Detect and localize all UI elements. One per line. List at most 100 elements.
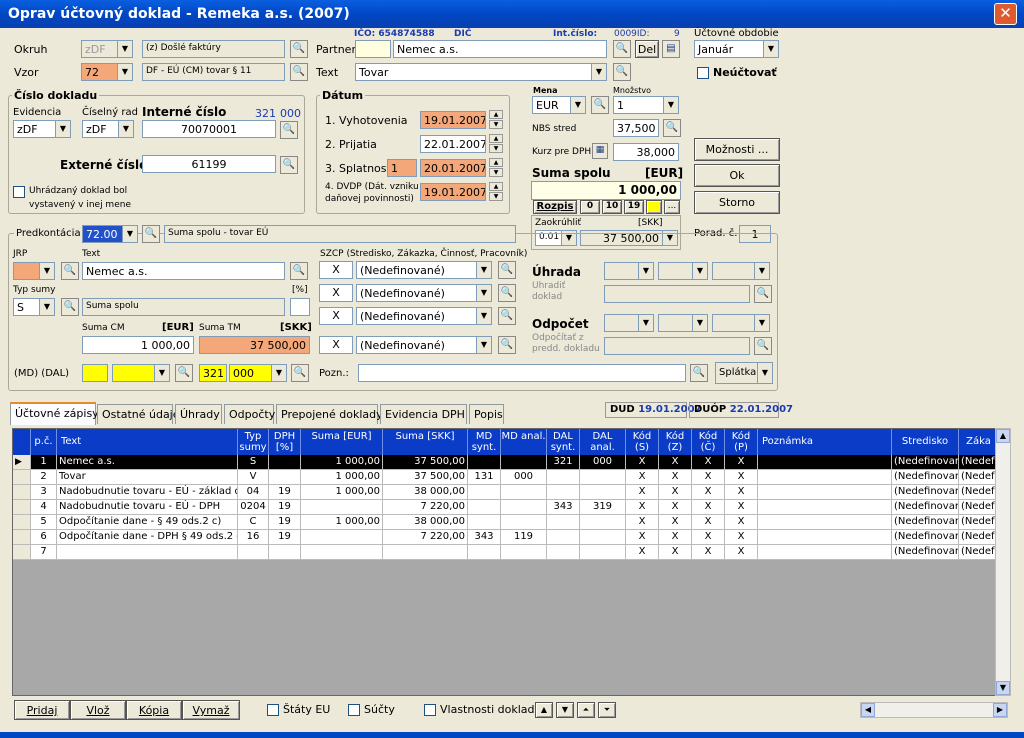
- grid-cell[interactable]: X: [626, 545, 659, 560]
- grid-cell[interactable]: X: [692, 500, 725, 515]
- kurz-field[interactable]: 38,000: [613, 143, 679, 161]
- grid-cell[interactable]: 19: [269, 530, 301, 545]
- pozn-field[interactable]: [358, 364, 686, 382]
- grid-cell[interactable]: X: [626, 530, 659, 545]
- dropdown-arrow-icon[interactable]: ▼: [570, 96, 586, 114]
- grid-cell[interactable]: 38 000,00: [383, 485, 468, 500]
- odpocet-combo-1[interactable]: ▼: [604, 314, 654, 332]
- grid-cell[interactable]: X: [659, 455, 692, 470]
- search-icon[interactable]: 🔍: [613, 63, 631, 81]
- horizontal-scrollbar[interactable]: ◀ ▶: [860, 702, 1008, 718]
- grid-cell[interactable]: 1: [31, 455, 57, 470]
- search-icon[interactable]: 🔍: [591, 96, 609, 114]
- grid-cell[interactable]: [580, 515, 626, 530]
- row-indicator[interactable]: [13, 530, 31, 545]
- grid-header[interactable]: Suma [EUR]: [301, 429, 383, 455]
- move-up-icon[interactable]: ▲: [535, 702, 553, 718]
- ok-button[interactable]: Ok: [694, 164, 780, 187]
- storno-button[interactable]: Storno: [694, 191, 780, 214]
- dropdown-arrow-icon[interactable]: ▼: [117, 63, 133, 81]
- grid-cell[interactable]: 38 000,00: [383, 515, 468, 530]
- grid-header[interactable]: Kód (Z): [659, 429, 692, 455]
- vertical-scrollbar[interactable]: ▲ ▼: [995, 428, 1011, 696]
- grid-cell[interactable]: X: [626, 455, 659, 470]
- grid-cell[interactable]: X: [725, 545, 758, 560]
- spin-up-icon[interactable]: ▲: [489, 110, 503, 119]
- odpocet-combo-3[interactable]: ▼: [712, 314, 770, 332]
- grid-cell[interactable]: [468, 455, 501, 470]
- row-indicator[interactable]: [13, 515, 31, 530]
- dropdown-arrow-icon[interactable]: ▼: [117, 40, 133, 58]
- close-icon[interactable]: ✕: [994, 3, 1017, 25]
- search-icon[interactable]: 🔍: [690, 364, 708, 382]
- grid-cell[interactable]: (Nedefinovar: [892, 485, 959, 500]
- grid-cell[interactable]: [501, 500, 547, 515]
- grid-header[interactable]: MD synt.: [468, 429, 501, 455]
- rozpis-button[interactable]: Rozpis: [533, 200, 577, 214]
- grid-cell[interactable]: 04: [238, 485, 269, 500]
- dropdown-arrow-icon[interactable]: ▼: [754, 314, 770, 332]
- search-icon[interactable]: 🔍: [280, 121, 298, 139]
- grid-cell[interactable]: 343: [468, 530, 501, 545]
- dropdown-arrow-icon[interactable]: ▼: [118, 120, 134, 138]
- grid-cell[interactable]: X: [692, 485, 725, 500]
- text-combo[interactable]: Tovar ▼: [355, 63, 607, 81]
- vyhotovenia-date[interactable]: 19.01.2007: [420, 111, 486, 129]
- vlastnosti-checkbox[interactable]: [424, 704, 436, 716]
- spin-up-icon[interactable]: ▲: [489, 158, 503, 167]
- calculator-icon[interactable]: ▦: [592, 143, 608, 159]
- grid-cell[interactable]: 000: [501, 470, 547, 485]
- grid-cell[interactable]: 19: [269, 485, 301, 500]
- grid-cell[interactable]: [758, 515, 892, 530]
- odpocitat-field[interactable]: [604, 337, 750, 355]
- grid-cell[interactable]: 7 220,00: [383, 500, 468, 515]
- moznosti-button[interactable]: Možnosti ...: [694, 138, 780, 161]
- grid-cell[interactable]: [468, 545, 501, 560]
- grid-cell[interactable]: (Nedefinovar: [892, 500, 959, 515]
- md-anal-combo[interactable]: ▼: [112, 364, 170, 382]
- grid-cell[interactable]: 37 500,00: [383, 455, 468, 470]
- grid-cell[interactable]: [580, 530, 626, 545]
- dropdown-arrow-icon[interactable]: ▼: [476, 307, 492, 325]
- grid-cell[interactable]: [580, 545, 626, 560]
- grid-cell[interactable]: [383, 545, 468, 560]
- tab-popis[interactable]: Popis: [469, 404, 504, 424]
- grid-cell[interactable]: X: [659, 515, 692, 530]
- tab-uctovne-zapisy[interactable]: Účtovné zápisy: [10, 402, 99, 425]
- partner-code[interactable]: [355, 40, 391, 58]
- splatka-combo[interactable]: Splátka ▼: [715, 362, 773, 384]
- spin-up-icon[interactable]: ▲: [489, 134, 503, 143]
- search-icon[interactable]: 🔍: [498, 336, 516, 354]
- szcp-combo-1[interactable]: (Nedefinované) ▼: [356, 261, 492, 279]
- uhrada-combo-2[interactable]: ▼: [658, 262, 708, 280]
- grid-cell[interactable]: X: [659, 545, 692, 560]
- spin-up-icon[interactable]: ▲: [489, 182, 503, 191]
- dropdown-arrow-icon[interactable]: ▼: [55, 120, 71, 138]
- grid-cell[interactable]: Nadobudnutie tovaru - EÚ - DPH: [57, 500, 238, 515]
- grid-cell[interactable]: X: [626, 485, 659, 500]
- row-pointer-icon[interactable]: ▶: [13, 455, 31, 470]
- grid-cell[interactable]: [501, 485, 547, 500]
- search-icon[interactable]: 🔍: [613, 40, 631, 58]
- grid-cell[interactable]: (Nedefinovar: [892, 515, 959, 530]
- sucty-checkbox[interactable]: [348, 704, 360, 716]
- pridaj-button[interactable]: Pridaj: [14, 700, 70, 720]
- search-icon[interactable]: 🔍: [291, 364, 309, 382]
- tab-prepojene-doklady[interactable]: Prepojené doklady: [276, 404, 383, 424]
- grid-cell[interactable]: [580, 470, 626, 485]
- grid-cell[interactable]: 1 000,00: [301, 470, 383, 485]
- grid-cell[interactable]: [468, 515, 501, 530]
- search-icon[interactable]: 🔍: [498, 307, 516, 325]
- grid-header[interactable]: Stredisko: [892, 429, 959, 455]
- jrp-combo[interactable]: ▼: [13, 262, 55, 280]
- rozpis-more-button[interactable]: ...: [664, 200, 680, 214]
- spin-down-icon[interactable]: ▼: [489, 168, 503, 177]
- grid-cell[interactable]: X: [725, 500, 758, 515]
- dropdown-arrow-icon[interactable]: ▼: [754, 262, 770, 280]
- scroll-up-icon[interactable]: ▲: [996, 429, 1010, 443]
- card-icon[interactable]: ▤: [662, 40, 680, 58]
- szcp-combo-2[interactable]: (Nedefinované) ▼: [356, 284, 492, 302]
- grid-cell[interactable]: 1 000,00: [301, 515, 383, 530]
- mena-combo[interactable]: EUR ▼: [532, 96, 586, 114]
- grid-cell[interactable]: 7: [31, 545, 57, 560]
